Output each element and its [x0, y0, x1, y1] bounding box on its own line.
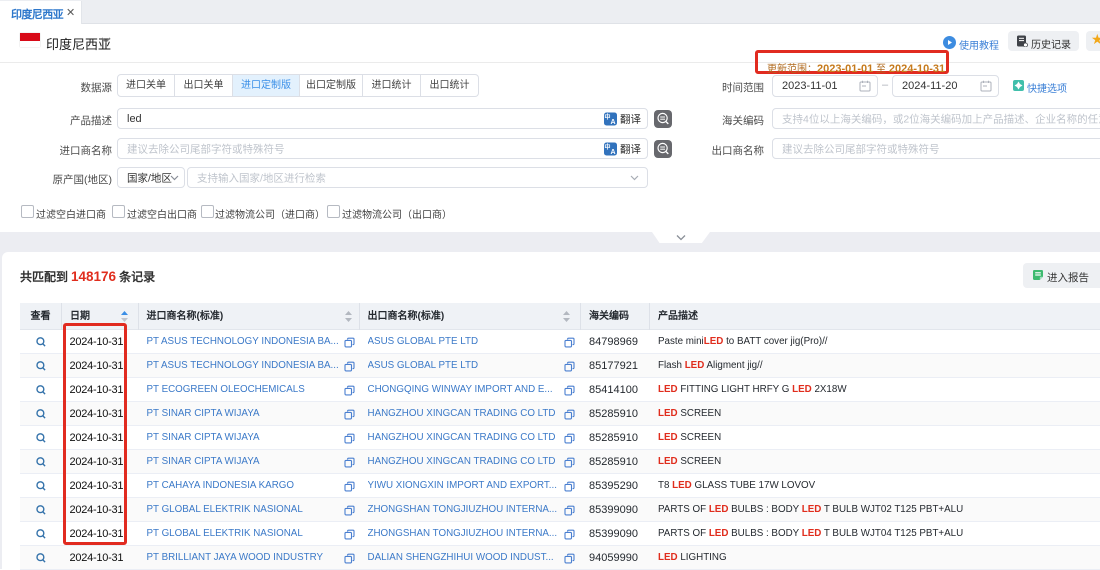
svg-text:A: A — [610, 119, 615, 126]
svg-text:A: A — [610, 149, 615, 156]
